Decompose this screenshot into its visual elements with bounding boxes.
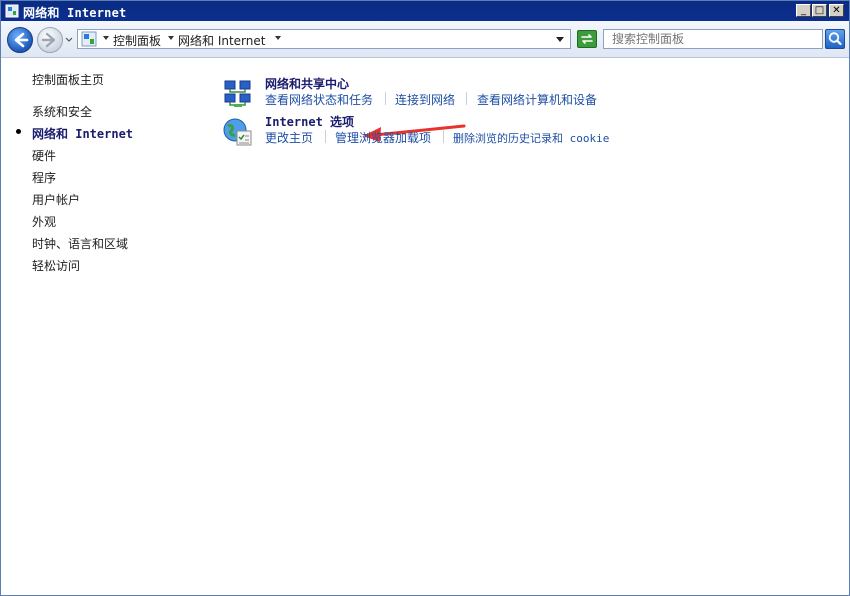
arrow-left-icon <box>14 32 29 48</box>
refresh-icon <box>581 34 593 44</box>
sidebar-item-hardware[interactable]: 硬件 <box>32 147 56 164</box>
sidebar-item-clock-language-region[interactable]: 时钟、语言和区域 <box>32 235 128 252</box>
sidebar-item-network-internet: 网络和 Internet <box>32 127 134 141</box>
link-separator <box>385 92 386 105</box>
manage-addons-link[interactable]: 管理浏览器加载项 <box>335 129 431 146</box>
chevron-down-icon[interactable] <box>64 35 74 45</box>
control-panel-icon <box>81 31 97 47</box>
search-box[interactable] <box>603 29 823 49</box>
title-bar[interactable]: 网络和 Internet _ □ ✕ <box>1 1 849 21</box>
sidebar-item-system-security[interactable]: 系统和安全 <box>32 103 92 120</box>
change-homepage-link[interactable]: 更改主页 <box>265 129 313 146</box>
search-button[interactable] <box>825 29 845 49</box>
window-title: 网络和 Internet <box>23 6 127 20</box>
address-dropdown-icon[interactable] <box>556 37 564 42</box>
arrow-right-icon <box>41 32 56 48</box>
view-network-status-link[interactable]: 查看网络状态和任务 <box>265 91 373 108</box>
connect-to-network-link[interactable]: 连接到网络 <box>395 91 455 108</box>
current-item-bullet-icon <box>16 129 21 134</box>
navigation-toolbar: 控制面板 网络和 Internet <box>1 21 849 58</box>
link-separator <box>325 130 326 143</box>
forward-button[interactable] <box>37 27 63 53</box>
back-button[interactable] <box>7 27 33 53</box>
network-sharing-icon[interactable] <box>222 78 254 110</box>
link-separator <box>443 130 444 143</box>
minimize-button[interactable]: _ <box>796 4 811 17</box>
link-separator <box>466 92 467 105</box>
sidebar-item-ease-of-access[interactable]: 轻松访问 <box>32 257 80 274</box>
search-input[interactable] <box>612 31 812 47</box>
breadcrumb-network-internet[interactable]: 网络和 Internet <box>178 32 265 49</box>
view-network-computers-link[interactable]: 查看网络计算机和设备 <box>477 91 597 108</box>
sidebar-item-programs[interactable]: 程序 <box>32 169 56 186</box>
network-sharing-center-title[interactable]: 网络和共享中心 <box>265 75 349 92</box>
internet-options-icon[interactable] <box>222 116 254 148</box>
refresh-button[interactable] <box>577 30 597 48</box>
content-area: 控制面板主页 系统和安全 网络和 Internet 硬件 程序 用户帐户 外观 … <box>1 58 849 595</box>
maximize-button[interactable]: □ <box>812 4 827 17</box>
sidebar-item-appearance[interactable]: 外观 <box>32 213 56 230</box>
breadcrumb-separator-icon[interactable] <box>103 36 109 40</box>
delete-browsing-history-link[interactable]: 删除浏览的历史记录和 cookie <box>453 130 609 146</box>
control-panel-icon <box>5 4 19 18</box>
internet-options-title[interactable]: Internet 选项 <box>265 113 354 130</box>
breadcrumb-separator-icon[interactable] <box>168 36 174 40</box>
control-panel-window: 网络和 Internet _ □ ✕ 控制面板 网络和 Internet 搜索控… <box>0 0 850 596</box>
close-button[interactable]: ✕ <box>829 4 844 17</box>
breadcrumb-control-panel[interactable]: 控制面板 <box>113 32 161 49</box>
breadcrumb-separator-icon[interactable] <box>275 36 281 40</box>
address-bar[interactable]: 控制面板 网络和 Internet <box>77 29 571 49</box>
search-icon <box>828 32 842 46</box>
sidebar-item-user-accounts[interactable]: 用户帐户 <box>32 191 80 208</box>
sidebar-home-link[interactable]: 控制面板主页 <box>32 71 104 88</box>
